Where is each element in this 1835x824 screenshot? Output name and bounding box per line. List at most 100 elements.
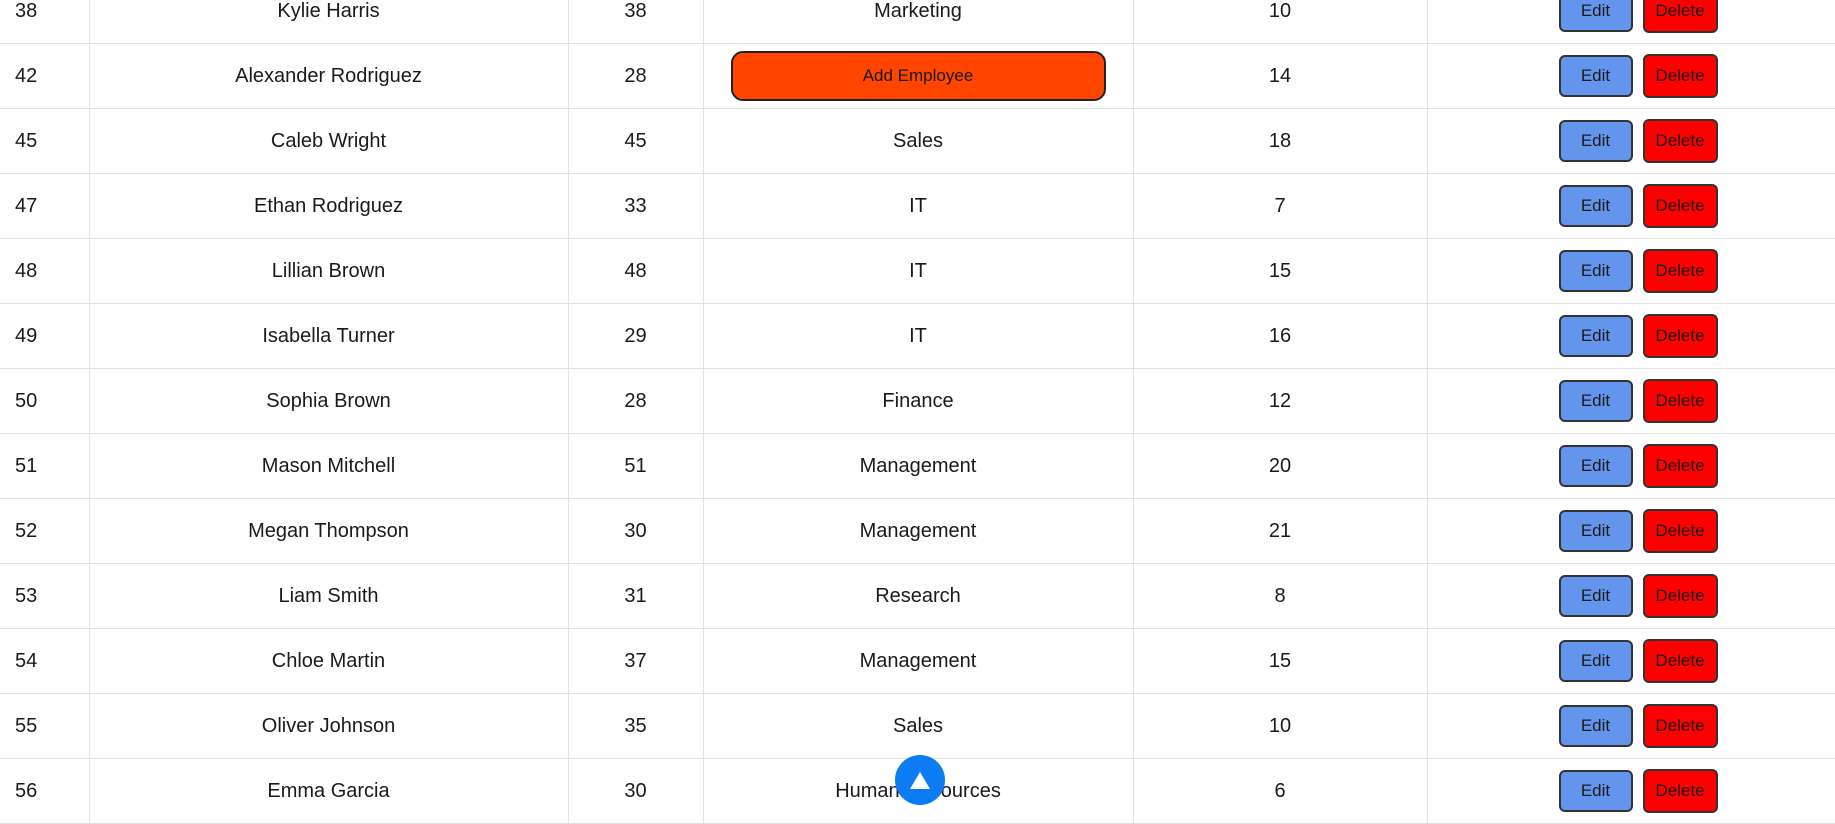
employee-age-cell: 30 xyxy=(567,498,703,564)
employee-department-cell: Sales xyxy=(702,108,1133,174)
delete-button[interactable]: Delete xyxy=(1642,0,1718,33)
employee-department-cell: Management xyxy=(702,628,1133,694)
employee-name-cell: Kylie Harris xyxy=(88,0,568,44)
employee-actions-cell: Edit Delete xyxy=(1426,693,1835,759)
delete-button[interactable]: Delete xyxy=(1642,54,1718,98)
delete-button[interactable]: Delete xyxy=(1642,314,1718,358)
table-row: 50 Sophia Brown 28 Finance 12 Edit Delete xyxy=(0,368,1835,434)
employee-actions-cell: Edit Delete xyxy=(1426,368,1835,434)
edit-button[interactable]: Edit xyxy=(1558,55,1633,97)
edit-button[interactable]: Edit xyxy=(1558,705,1633,747)
employee-age-cell: 35 xyxy=(567,693,703,759)
edit-button[interactable]: Edit xyxy=(1558,315,1633,357)
employee-name-cell: Lillian Brown xyxy=(88,238,568,304)
employee-name-cell: Alexander Rodriguez xyxy=(88,43,568,109)
employee-department-cell: IT xyxy=(702,173,1133,239)
employee-department-cell: IT xyxy=(702,303,1133,369)
employee-age-cell: 29 xyxy=(567,303,703,369)
employee-department-cell: Research xyxy=(702,563,1133,629)
employee-actions-cell: Edit Delete xyxy=(1426,433,1835,499)
employee-experience-cell: 14 xyxy=(1132,43,1427,109)
employee-age-cell: 51 xyxy=(567,433,703,499)
employee-actions-cell: Edit Delete xyxy=(1426,43,1835,109)
table-row: 53 Liam Smith 31 Research 8 Edit Delete xyxy=(0,563,1835,629)
edit-button[interactable]: Edit xyxy=(1558,640,1633,682)
add-employee-button[interactable]: Add Employee xyxy=(730,51,1106,101)
employee-actions-cell: Edit Delete xyxy=(1426,173,1835,239)
employee-name-cell: Sophia Brown xyxy=(88,368,568,434)
edit-button[interactable]: Edit xyxy=(1558,120,1633,162)
table-row: 54 Chloe Martin 37 Management 15 Edit Del… xyxy=(0,628,1835,694)
employee-department-cell: Finance xyxy=(702,368,1133,434)
employee-id-cell: 53 xyxy=(0,563,89,629)
employee-name-cell: Emma Garcia xyxy=(88,758,568,824)
employee-experience-cell: 18 xyxy=(1132,108,1427,174)
employee-department-cell: Sales xyxy=(702,693,1133,759)
edit-button[interactable]: Edit xyxy=(1558,510,1633,552)
employee-id-cell: 48 xyxy=(0,238,89,304)
employee-experience-cell: 16 xyxy=(1132,303,1427,369)
table-row: 51 Mason Mitchell 51 Management 20 Edit D… xyxy=(0,433,1835,499)
table-row: 48 Lillian Brown 48 IT 15 Edit Delete xyxy=(0,238,1835,304)
employee-id-cell: 42 xyxy=(0,43,89,109)
employee-actions-cell: Edit Delete xyxy=(1426,108,1835,174)
employee-age-cell: 28 xyxy=(567,43,703,109)
employee-actions-cell: Edit Delete xyxy=(1426,0,1835,44)
table-row: 55 Oliver Johnson 35 Sales 10 Edit Delete xyxy=(0,693,1835,759)
employee-actions-cell: Edit Delete xyxy=(1426,563,1835,629)
employee-name-cell: Megan Thompson xyxy=(88,498,568,564)
arrow-up-icon xyxy=(910,771,930,789)
employee-experience-cell: 10 xyxy=(1132,0,1427,44)
employee-department-cell: Management xyxy=(702,433,1133,499)
delete-button[interactable]: Delete xyxy=(1642,444,1718,488)
employee-age-cell: 48 xyxy=(567,238,703,304)
employee-department-cell: Add Employee xyxy=(702,43,1133,109)
employee-actions-cell: Edit Delete xyxy=(1426,238,1835,304)
edit-button[interactable]: Edit xyxy=(1558,380,1633,422)
edit-button[interactable]: Edit xyxy=(1558,445,1633,487)
table-row: 45 Caleb Wright 45 Sales 18 Edit Delete xyxy=(0,108,1835,174)
employee-department-cell: IT xyxy=(702,238,1133,304)
employee-age-cell: 38 xyxy=(567,0,703,44)
employee-id-cell: 52 xyxy=(0,498,89,564)
edit-button[interactable]: Edit xyxy=(1558,0,1633,32)
employee-experience-cell: 6 xyxy=(1132,758,1427,824)
employee-name-cell: Isabella Turner xyxy=(88,303,568,369)
employee-id-cell: 47 xyxy=(0,173,89,239)
employee-name-cell: Chloe Martin xyxy=(88,628,568,694)
employee-table-wrapper: 38 Kylie Harris 38 Marketing 10 Edit Dele… xyxy=(0,0,1835,824)
edit-button[interactable]: Edit xyxy=(1558,770,1633,812)
scroll-to-top-button[interactable] xyxy=(895,755,945,805)
employee-department-cell: Marketing xyxy=(702,0,1133,44)
employee-id-cell: 45 xyxy=(0,108,89,174)
employee-name-cell: Ethan Rodriguez xyxy=(88,173,568,239)
delete-button[interactable]: Delete xyxy=(1642,184,1718,228)
delete-button[interactable]: Delete xyxy=(1642,119,1718,163)
employee-table: 38 Kylie Harris 38 Marketing 10 Edit Dele… xyxy=(0,0,1835,824)
employee-experience-cell: 15 xyxy=(1132,628,1427,694)
employee-age-cell: 30 xyxy=(567,758,703,824)
employee-department-cell: Management xyxy=(702,498,1133,564)
delete-button[interactable]: Delete xyxy=(1642,574,1718,618)
employee-age-cell: 33 xyxy=(567,173,703,239)
table-row: 38 Kylie Harris 38 Marketing 10 Edit Dele… xyxy=(0,0,1835,44)
delete-button[interactable]: Delete xyxy=(1642,379,1718,423)
delete-button[interactable]: Delete xyxy=(1642,509,1718,553)
employee-experience-cell: 8 xyxy=(1132,563,1427,629)
edit-button[interactable]: Edit xyxy=(1558,250,1633,292)
delete-button[interactable]: Delete xyxy=(1642,769,1718,813)
edit-button[interactable]: Edit xyxy=(1558,185,1633,227)
employee-id-cell: 55 xyxy=(0,693,89,759)
employee-age-cell: 37 xyxy=(567,628,703,694)
employee-experience-cell: 15 xyxy=(1132,238,1427,304)
delete-button[interactable]: Delete xyxy=(1642,704,1718,748)
table-row: 47 Ethan Rodriguez 33 IT 7 Edit Delete xyxy=(0,173,1835,239)
employee-id-cell: 51 xyxy=(0,433,89,499)
table-row: 49 Isabella Turner 29 IT 16 Edit Delete xyxy=(0,303,1835,369)
employee-actions-cell: Edit Delete xyxy=(1426,758,1835,824)
edit-button[interactable]: Edit xyxy=(1558,575,1633,617)
employee-experience-cell: 10 xyxy=(1132,693,1427,759)
delete-button[interactable]: Delete xyxy=(1642,249,1718,293)
delete-button[interactable]: Delete xyxy=(1642,639,1718,683)
employee-experience-cell: 7 xyxy=(1132,173,1427,239)
